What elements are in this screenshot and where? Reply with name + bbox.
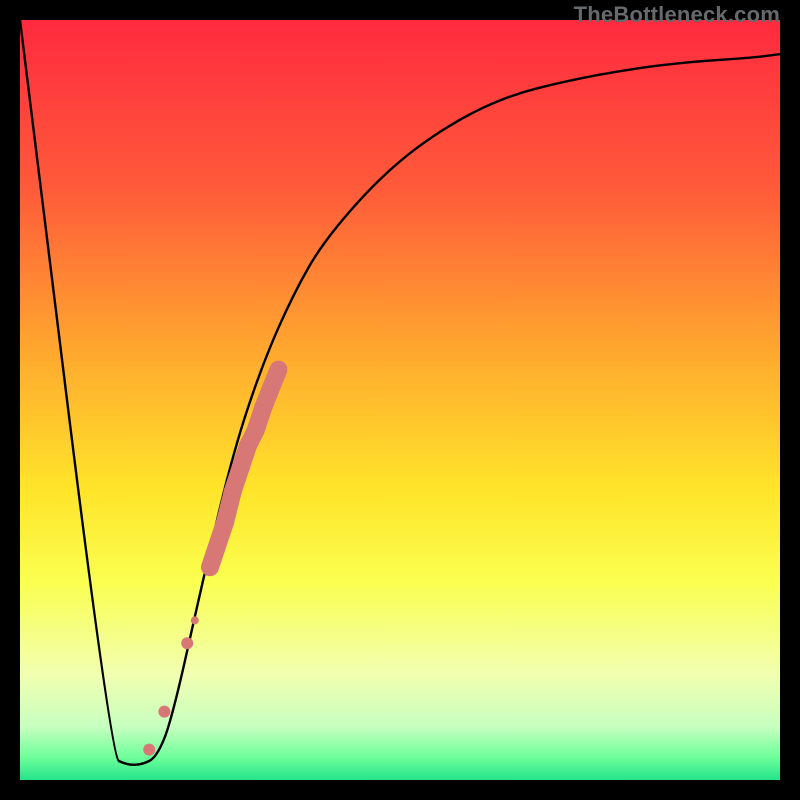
highlight-dot [254, 399, 272, 417]
highlight-dot [270, 362, 286, 378]
heatmap-background [20, 20, 780, 780]
bottleneck-chart [20, 20, 780, 780]
highlight-dot [247, 421, 265, 439]
highlight-dot [181, 637, 193, 649]
highlight-dot [224, 482, 242, 500]
highlight-dot [191, 616, 199, 624]
highlight-dot [231, 459, 249, 477]
highlight-dot [143, 744, 155, 756]
highlight-dot [203, 560, 217, 574]
highlight-dot [158, 706, 170, 718]
highlight-dot [216, 513, 234, 531]
watermark-text: TheBottleneck.com [574, 2, 780, 28]
